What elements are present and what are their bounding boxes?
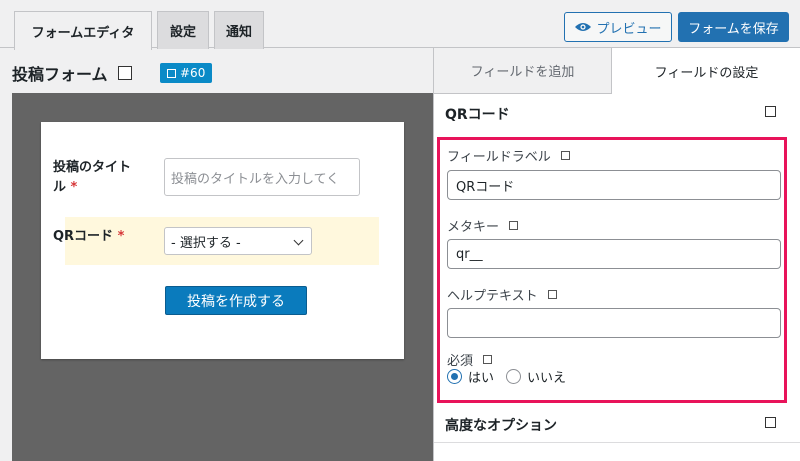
required-radio-group: はい いいえ: [447, 367, 566, 386]
help-icon[interactable]: [509, 221, 519, 230]
form-id-badge[interactable]: #60: [160, 63, 213, 83]
form-id-text: #60: [180, 66, 206, 80]
edit-title-icon[interactable]: [117, 66, 132, 80]
advanced-options-title[interactable]: 高度なオプション: [445, 415, 557, 435]
qr-field-label: QRコード *: [53, 227, 124, 247]
help-text-caption: ヘルプテキスト: [447, 289, 538, 304]
post-title-input[interactable]: 投稿のタイトルを入力してく: [164, 158, 360, 196]
collapse-icon[interactable]: [765, 417, 776, 428]
field-section-title: QRコード: [445, 107, 510, 123]
collapse-icon[interactable]: [765, 106, 776, 117]
tab-field-settings[interactable]: フィールドの設定: [612, 48, 800, 94]
section-divider: [434, 442, 800, 443]
chevron-down-icon: [293, 235, 304, 246]
required-no-radio[interactable]: [506, 369, 522, 384]
tab-notifications[interactable]: 通知: [214, 11, 264, 49]
required-marker: *: [70, 180, 78, 195]
required-yes-radio[interactable]: [447, 369, 462, 384]
preview-button[interactable]: プレビュー: [564, 12, 672, 42]
tab-add-fields[interactable]: フィールドを追加: [434, 48, 612, 94]
title-label-text: 投稿のタイトル: [53, 160, 132, 195]
form-preview-card: 投稿のタイトル * 投稿のタイトルを入力してく QRコード * - 選択する -…: [41, 122, 404, 359]
form-title-row: 投稿フォーム: [12, 61, 132, 85]
field-label-setting: フィールドラベル: [447, 146, 570, 165]
required-marker: *: [117, 229, 125, 244]
help-icon[interactable]: [547, 290, 557, 299]
meta-key-caption: メタキー: [447, 220, 500, 235]
title-field-label[interactable]: 投稿のタイトル *: [53, 158, 143, 198]
help-icon[interactable]: [560, 151, 570, 160]
required-yes-label[interactable]: はい: [468, 367, 494, 386]
create-post-button[interactable]: 投稿を作成する: [165, 286, 307, 315]
meta-key-setting: メタキー: [447, 216, 519, 235]
qr-label-text: QRコード: [53, 229, 114, 244]
preview-label: プレビュー: [596, 20, 662, 36]
save-form-button[interactable]: フォームを保存: [678, 12, 789, 42]
field-options-panel: フィールドを追加 フィールドの設定 QRコード フィールドラベル QRコード メ…: [433, 48, 800, 461]
help-icon[interactable]: [483, 355, 493, 364]
field-settings-group: フィールドラベル QRコード メタキー qr__ ヘルプテキスト 必須 はい い…: [437, 137, 787, 403]
help-text-setting: ヘルプテキスト: [447, 285, 557, 304]
form-preview-canvas: 投稿のタイトル * 投稿のタイトルを入力してく QRコード * - 選択する -…: [12, 93, 433, 461]
required-no-label[interactable]: いいえ: [527, 367, 566, 386]
meta-key-input[interactable]: qr__: [447, 239, 781, 269]
help-text-input[interactable]: [447, 308, 781, 338]
eye-icon: [575, 23, 592, 31]
tab-settings[interactable]: 設定: [157, 11, 209, 49]
tab-form-editor[interactable]: フォームエディタ: [14, 11, 152, 50]
field-label-caption: フィールドラベル: [447, 150, 551, 165]
qr-select-value: - 選択する -: [171, 235, 241, 251]
field-label-input[interactable]: QRコード: [447, 170, 781, 200]
qr-code-select[interactable]: - 選択する -: [164, 227, 312, 255]
form-title: 投稿フォーム: [12, 65, 108, 84]
copy-icon: [167, 68, 176, 78]
